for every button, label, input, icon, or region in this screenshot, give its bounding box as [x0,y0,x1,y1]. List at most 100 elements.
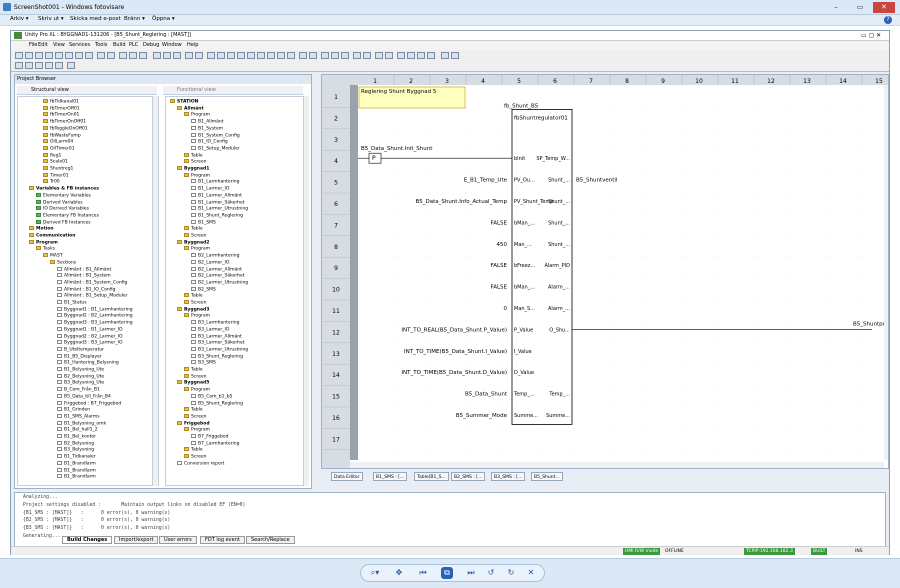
output-tab[interactable]: User errors [159,536,197,544]
tree-item[interactable]: B1_Status [57,300,87,306]
tree-item[interactable]: Byggnad5 [177,380,209,386]
toolbar-tool-icon[interactable] [75,52,83,59]
zoom-icon[interactable]: ⌕▾ [369,567,381,579]
tree-item[interactable]: Elementary Variables [36,192,91,199]
tree-item[interactable]: B1_System_Config [191,132,240,139]
toolbar-tool-icon[interactable] [451,52,459,59]
editor-tab[interactable]: B1_SMS : [... [373,472,408,481]
toolbar-tool-icon[interactable] [15,52,23,59]
tree-item[interactable]: Table [184,407,203,413]
tree-item[interactable]: OilTimer01 [43,145,75,152]
tree-item[interactable]: B1_Brandlarm [57,467,96,474]
tree-item[interactable]: B7_Larmhantering [191,440,239,447]
toolbar-tool-icon[interactable] [173,52,181,59]
tree-item[interactable]: Derived Variables [36,199,83,206]
menu-skicka-epost[interactable]: Skicka med e-post [68,16,123,22]
tree-item[interactable]: B3_Shunt_Reglering [191,353,243,360]
minimize-button[interactable]: – [825,2,847,13]
tree-item[interactable]: Tasks [36,246,55,252]
toolbar-tool-icon[interactable] [237,52,245,59]
functional-scrollbar[interactable] [303,96,309,486]
tree-item[interactable]: B3_Larmer_Allmänt [191,333,242,340]
tree-item[interactable]: Screen [184,300,206,306]
unity-menu-debug[interactable]: Debug [143,42,159,48]
tree-item[interactable]: Byggnad3 : B3_Larmhantering [57,320,133,326]
toolbar-tool-icon[interactable] [163,52,171,59]
tree-item[interactable]: B1_B5_Displayer [57,353,102,360]
toolbar-tool-icon[interactable] [427,52,435,59]
tree-item[interactable]: Allmänt : B1_System_Config [57,279,127,286]
tree-item[interactable]: Byggnad3 [177,306,209,313]
help-icon[interactable]: ? [884,16,892,24]
tree-item[interactable]: Friggebod [177,420,210,427]
unity-menu-window[interactable]: Window [162,42,182,48]
tree-item[interactable]: B2_Larmer_Allmänt [191,266,242,273]
close-window-button[interactable]: ✕ [873,2,895,13]
editor-hscrollbar[interactable] [350,462,884,469]
tree-item[interactable]: Allmänt [177,105,204,112]
tree-item[interactable]: Program [29,239,58,246]
toolbar-tool-icon[interactable] [331,52,339,59]
pan-icon[interactable]: ✥ [393,567,405,579]
editor-tab[interactable]: B2_SMS : [... [451,472,486,481]
toolbar-tool-icon[interactable] [407,52,415,59]
tree-item[interactable]: Table [184,447,203,453]
tree-item[interactable]: B1_SMS [191,219,216,226]
tree-item[interactable]: B1_Setup_Moduler [191,145,240,152]
editor-tab[interactable]: B5_Shunt... [531,472,563,481]
tree-item[interactable]: Byggnad2 : B2_Larmhantering [57,313,133,319]
tree-item[interactable]: fbTimerOn01 [43,112,79,118]
tree-item[interactable]: B1_Brandlarm [57,474,96,480]
toolbar-tool-icon[interactable] [353,52,361,59]
unity-menu-view[interactable]: View [53,42,65,48]
unity-menu-edit[interactable]: Edit [38,42,48,48]
tree-item[interactable]: B2_Belysning [57,440,94,447]
menu-oppna[interactable]: Öppna ▾ [150,16,177,22]
toolbar-tool-icon[interactable] [85,52,93,59]
tree-item[interactable]: B1_Allmänt [191,119,224,125]
toolbar-tool-icon[interactable] [153,52,161,59]
tree-item[interactable]: Table [184,226,203,232]
tree-item[interactable]: Screen [184,233,206,239]
toolbar-tool-icon[interactable] [375,52,383,59]
unity-menu-tools[interactable]: Tools [95,42,107,48]
next-icon[interactable]: ⏭ [465,567,477,579]
tree-item[interactable]: Program [184,112,210,118]
unity-menu-file[interactable]: File [29,42,37,48]
toolbar-tool-icon[interactable] [397,52,405,59]
tree-item[interactable]: B1_Grinden [57,407,90,413]
toolbar-tool-icon[interactable] [25,52,33,59]
tree-item[interactable]: Byggnad1 : B1_Larmer_IO [57,326,123,333]
tree-item[interactable]: Byggnad1 : B1_Larmhantering [57,306,133,313]
unity-window-controls-icon[interactable]: ▭ ▢ ✕ [861,32,881,39]
rotate-right-icon[interactable]: ↻ [505,567,517,579]
tree-item[interactable]: Table [184,367,203,373]
toolbar-tool-icon[interactable] [309,52,317,59]
tree-item[interactable]: fbTidkanal01 [43,99,79,105]
rotate-left-icon[interactable]: ↺ [485,567,497,579]
toolbar-tool-icon[interactable] [67,62,75,69]
menu-skriv-ut[interactable]: Skriv ut ▾ [36,16,66,22]
tree-item[interactable]: Scale01 [43,159,68,165]
toolbar-tool-icon[interactable] [35,62,43,69]
tree-item[interactable]: B1_Bel_kontor [57,434,96,440]
maximize-button[interactable]: ▭ [849,2,871,13]
menu-branna[interactable]: Bränn ▾ [122,16,147,22]
toolbar-tool-icon[interactable] [217,52,225,59]
toolbar-tool-icon[interactable] [363,52,371,59]
unity-menu-build[interactable]: Build [113,42,126,48]
tree-item[interactable]: Reg1 [43,152,61,159]
tree-item[interactable]: Screen [184,373,206,380]
toolbar-tool-icon[interactable] [119,52,127,59]
tree-item[interactable]: fbTimerOnOff01 [43,119,86,125]
tree-item[interactable]: B1_SMS_Alarms [57,413,100,420]
tree-item[interactable]: MAST [43,253,63,259]
tree-item[interactable]: B3_Larmer_Utrustning [191,346,248,353]
tree-item[interactable]: B2_Larmhantering [191,253,239,259]
tree-item[interactable]: Derived FB Instances [36,219,91,226]
tree-item[interactable]: Variables & FB instances [29,186,99,192]
tree-item[interactable]: OilLarm04 [43,139,73,145]
unity-menu-services[interactable]: Services [69,42,90,48]
tree-item[interactable]: Screen [184,159,206,165]
toolbar-tool-icon[interactable] [25,62,33,69]
